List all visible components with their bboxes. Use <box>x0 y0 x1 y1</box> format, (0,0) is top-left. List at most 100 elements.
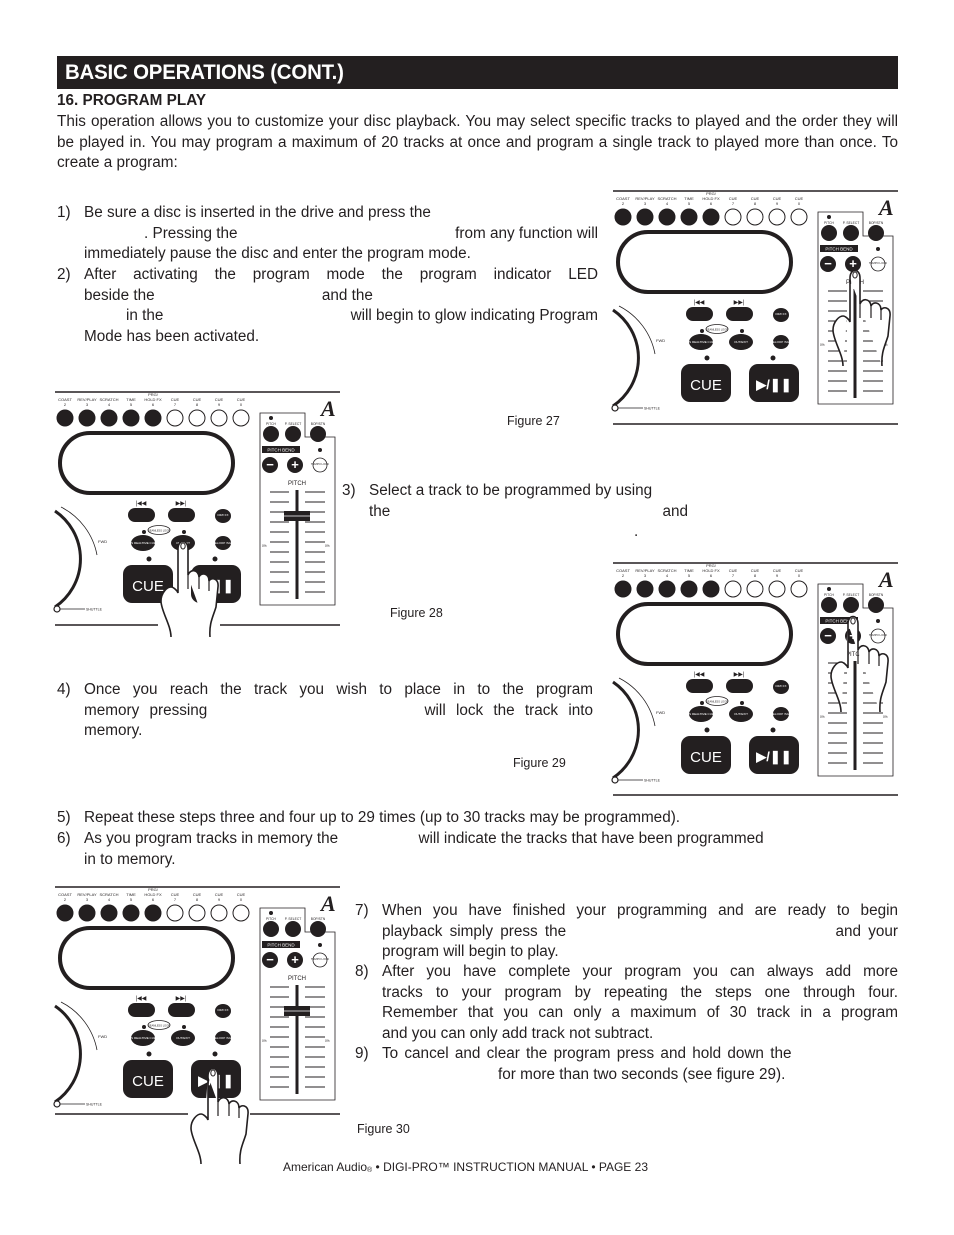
bop-label: BOP/STN <box>869 221 884 225</box>
p-select-button <box>285 426 301 442</box>
pitch-led <box>827 587 831 591</box>
dim-fx-label: DIM/ FX <box>776 312 787 316</box>
top-button-2 <box>56 904 74 922</box>
top-button-8 <box>746 208 764 226</box>
top-button-4 <box>100 409 118 427</box>
skip-forward-button <box>168 1003 195 1017</box>
top-button-3 <box>78 409 96 427</box>
play-pause-label: ▶/❚❚ <box>755 749 791 765</box>
shuttle-label: SHUTTLE <box>644 407 661 411</box>
top-button-number: 3 <box>644 201 647 206</box>
top-button-6 <box>144 904 162 922</box>
in-led <box>700 701 704 705</box>
pointing-hand-icon-fingernail <box>180 542 186 550</box>
in-button-label: IN REALTIME CUE <box>688 712 714 716</box>
skip-back-button <box>128 508 155 522</box>
lcd-display <box>58 926 235 990</box>
tempo-lock-label: TEMPO LOCK <box>311 957 329 961</box>
skip-forward-icon: ▶▶| <box>734 300 745 306</box>
out-led <box>182 530 186 534</box>
pitch-label: PITCH <box>288 481 306 487</box>
cue-button-label: CUE <box>690 749 722 766</box>
bop-label: BOP/STN <box>869 593 884 597</box>
top-button-7 <box>166 409 184 427</box>
american-audio-logo: A <box>319 396 336 421</box>
player-panel-svg: ACOAST2REV/PLAY3SCRATCH4TIME5PRG/HOLD FX… <box>53 886 340 1165</box>
top-button-4 <box>658 208 676 226</box>
play-led <box>770 727 776 733</box>
top-button-number: 7 <box>174 897 177 902</box>
step-7: 7) When you have finished your programmi… <box>355 902 898 961</box>
top-button-number: 5 <box>130 402 133 407</box>
top-button-8 <box>188 409 206 427</box>
zero-pct-left: 0% <box>262 544 267 548</box>
lcd-display <box>58 431 235 495</box>
top-button-number: 5 <box>688 573 691 578</box>
page-title: BASIC OPERATIONS (CONT.) <box>65 60 344 84</box>
lcd-display <box>616 602 793 666</box>
figure-30-player-diagram: A COAST 2 REV/PLAY 3 SCRATCH 4 TIME 5 PRG/HOLD FX… <box>53 882 340 1165</box>
top-button-number: 3 <box>86 402 89 407</box>
top-button-6 <box>702 580 720 598</box>
pitch-button-label: PITCH <box>266 917 277 921</box>
play-pause-label: ▶/❚❚ <box>755 377 791 393</box>
top-button-4 <box>100 904 118 922</box>
p-select-label: P. SELECT <box>285 422 301 426</box>
shuttle-label: SHUTTLE <box>86 1103 103 1107</box>
step-1: 1) Be sure a disc is inserted in the dri… <box>57 204 598 263</box>
top-button-number: 6 <box>710 573 713 578</box>
top-button-number: 4 <box>666 201 669 206</box>
top-button-number: 9 <box>218 897 221 902</box>
section-header-bar: BASIC OPERATIONS (CONT.) <box>57 56 898 89</box>
skip-forward-button <box>168 508 195 522</box>
fwd-label: FWD <box>656 710 665 715</box>
skip-forward-icon: ▶▶| <box>734 672 745 678</box>
american-audio-logo: A <box>319 891 336 916</box>
reloop-label: RELOOP /SGP <box>213 1036 233 1040</box>
skip-forward-icon: ▶▶| <box>176 501 187 507</box>
player-panel-svg: ACOAST2REV/PLAY3SCRATCH4TIME5PRG/HOLD FX… <box>611 190 898 425</box>
top-button-number: 8 <box>196 402 199 407</box>
top-button-2 <box>614 580 632 598</box>
top-button-0 <box>790 580 808 598</box>
seamless-loop-label: SEAMLESS LOOP <box>148 1024 170 1028</box>
skip-back-button <box>686 307 713 321</box>
top-button-6 <box>144 409 162 427</box>
pitch-button-label: PITCH <box>266 422 277 426</box>
top-button-number: 5 <box>130 897 133 902</box>
minus-icon: − <box>266 952 274 967</box>
pointing-hand-icon-fingernail <box>850 617 856 625</box>
plus-icon: + <box>291 457 299 472</box>
top-button-number: 7 <box>732 573 735 578</box>
top-button-2 <box>56 409 74 427</box>
zero-pct-left: 0% <box>820 343 825 347</box>
top-button-number: 2 <box>64 897 67 902</box>
skip-back-icon: |◀◀ <box>136 996 147 1002</box>
pitch-led <box>827 215 831 219</box>
top-button-number: 2 <box>64 402 67 407</box>
top-button-number: 8 <box>754 201 757 206</box>
top-button-number: 8 <box>754 573 757 578</box>
zero-pct-right: 0% <box>325 1039 330 1043</box>
top-button-7 <box>724 580 742 598</box>
top-button-7 <box>166 904 184 922</box>
top-button-number: 9 <box>776 201 779 206</box>
player-panel-svg: ACOAST2REV/PLAY3SCRATCH4TIME5PRG/HOLD FX… <box>611 562 898 796</box>
shuttle-label: SHUTTLE <box>644 779 661 783</box>
in-led <box>142 1025 146 1029</box>
pitch-button-label: PITCH <box>824 221 835 225</box>
pitch-bend-label: PITCH BEND <box>267 943 295 948</box>
dim-fx-label: DIM/ FX <box>218 1008 229 1012</box>
top-button-3 <box>636 208 654 226</box>
top-button-5 <box>680 208 698 226</box>
seamless-loop-label: SEAMLESS LOOP <box>148 529 170 533</box>
in-button-label: IN REALTIME CUE <box>688 340 714 344</box>
top-button-number: 4 <box>108 897 111 902</box>
bop-button <box>868 597 884 613</box>
skip-back-icon: |◀◀ <box>694 300 705 306</box>
step-3: 3) Select a track to be programmed by us… <box>342 482 688 541</box>
tempo-lock-label: TEMPO LOCK <box>869 261 887 265</box>
fwd-label: FWD <box>98 1034 107 1039</box>
top-button-number: 4 <box>666 573 669 578</box>
out-exit-label: OUT/EXIT <box>734 340 748 344</box>
